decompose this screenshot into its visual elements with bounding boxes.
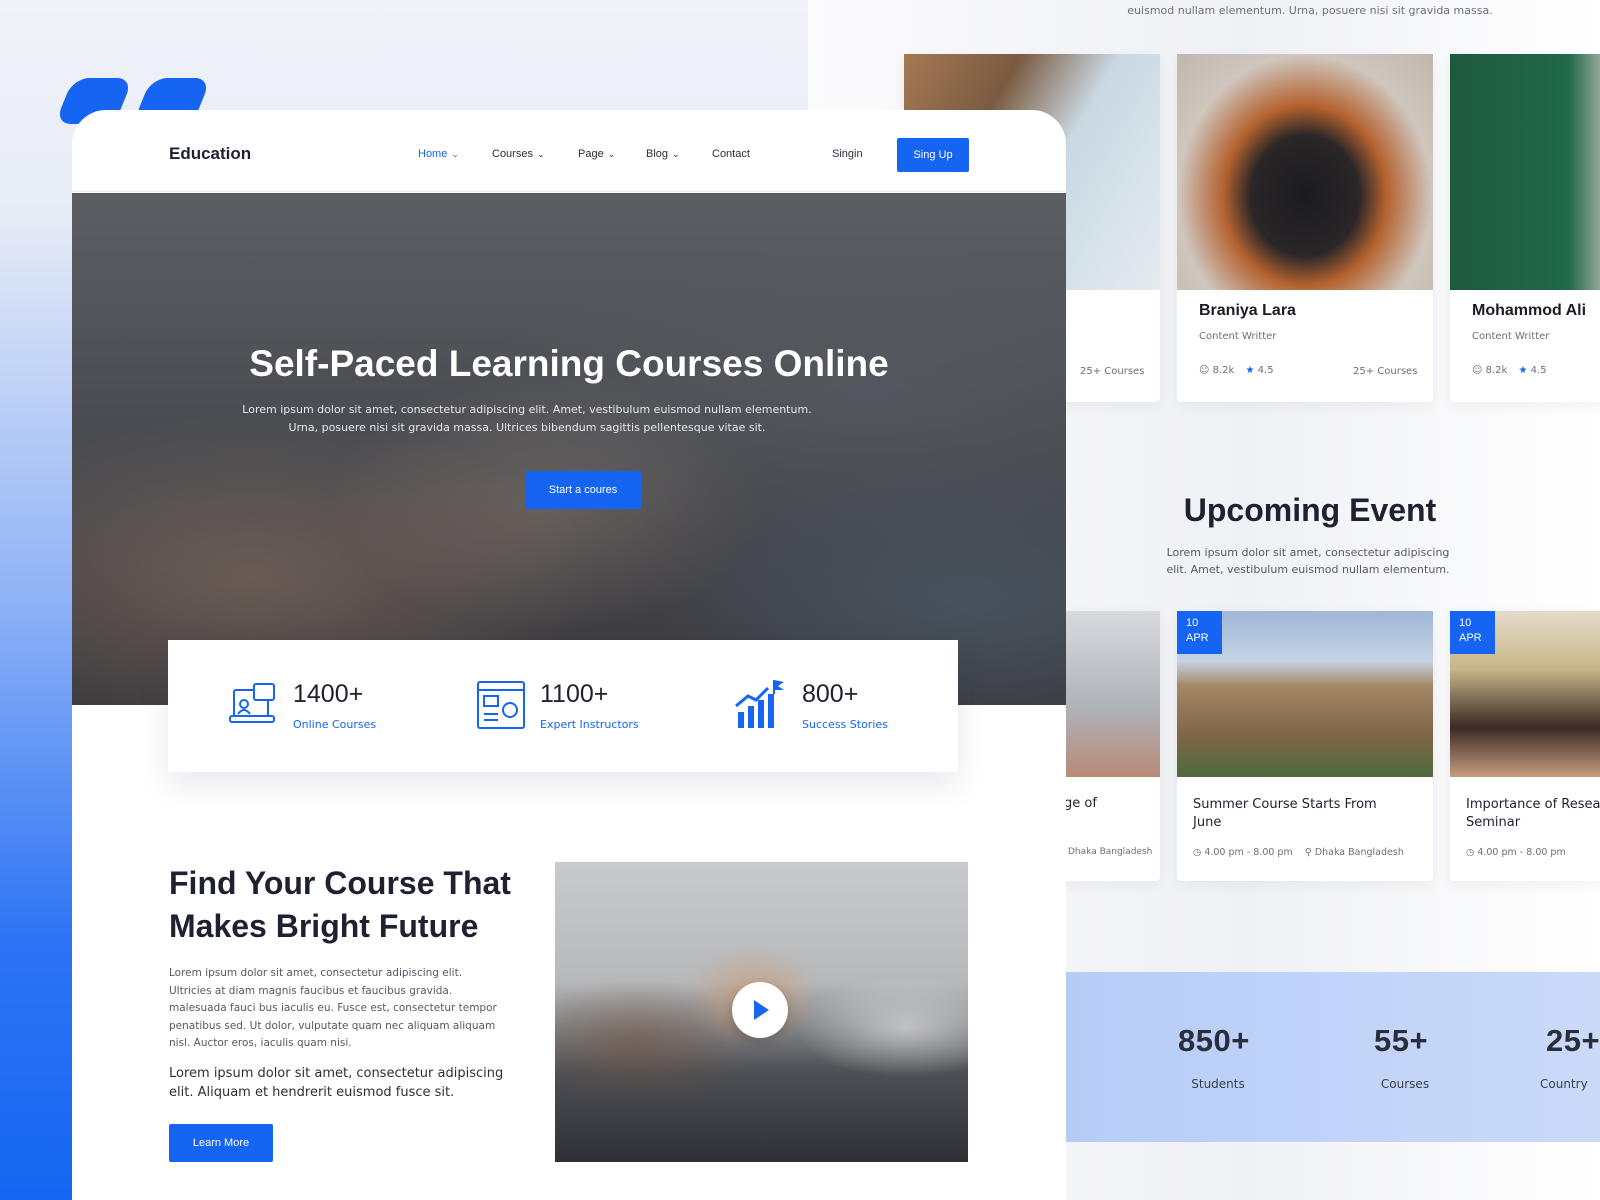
nav-item-page[interactable]: Page ⌄ — [578, 148, 615, 160]
event-month: APR — [1459, 632, 1482, 644]
chevron-down-icon: ⌄ — [536, 149, 545, 159]
chevron-down-icon: ⌄ — [451, 149, 459, 159]
start-course-button[interactable]: Start a coures — [525, 471, 641, 509]
event-place: Dhaka Bangladesh — [1314, 847, 1404, 858]
instructor-name: Mohammod Ali — [1472, 302, 1587, 319]
event-time: 4.00 pm - 8.00 pm — [1204, 847, 1293, 858]
instructor-name: Braniya Lara — [1199, 302, 1296, 319]
events-title: Upcoming Event — [1183, 492, 1437, 528]
nav-item-courses[interactable]: Courses ⌄ — [492, 148, 545, 160]
signup-button[interactable]: Sing Up — [897, 138, 969, 172]
hero-title: Self-Paced Learning Courses Online — [249, 343, 889, 384]
instructor-icon — [477, 681, 525, 729]
event-day: 10 — [1186, 617, 1199, 629]
instructor-photo — [1450, 54, 1600, 290]
user-icon: ☺ — [1199, 365, 1210, 376]
instructor-students: 8.2k — [1212, 365, 1235, 376]
instructor-courses: 25+ Courses — [1353, 366, 1418, 377]
chevron-down-icon: ⌄ — [672, 149, 680, 159]
event-title: ge of — [1064, 796, 1097, 811]
find-course-lead: Lorem ipsum dolor sit amet, consectetur … — [169, 1066, 504, 1100]
instructor-rating: 4.5 — [1530, 365, 1547, 376]
event-day: 10 — [1459, 617, 1472, 629]
stats-panel: 1400+ Online Courses 1100+ Expert Instru… — [168, 640, 958, 772]
event-month: APR — [1186, 632, 1209, 644]
location-icon: ⚲ — [1304, 847, 1312, 858]
growth-chart-icon — [735, 680, 784, 728]
total-label: Students — [1191, 1077, 1245, 1091]
total-value: 25+ — [1546, 1023, 1600, 1058]
nav-item-blog[interactable]: Blog ⌄ — [646, 148, 680, 160]
instructors-intro-text: euismod nullam elementum. Urna, posuere … — [1127, 4, 1493, 17]
nav-item-contact[interactable]: Contact — [712, 148, 750, 160]
clock-icon: ◷ — [1193, 847, 1202, 858]
clock-icon: ◷ — [1466, 847, 1475, 858]
find-course-title: Find Your Course That Makes Bright Futur… — [169, 865, 511, 944]
events-subtitle: Lorem ipsum dolor sit amet, consectetur … — [1166, 546, 1450, 576]
event-place: Dhaka Bangladesh — [1068, 847, 1153, 857]
total-value: 850+ — [1178, 1023, 1250, 1058]
instructor-role: Content Writter — [1472, 331, 1550, 342]
instructor-card[interactable]: Braniya Lara Content Writter ☺ 8.2k ★ 4.… — [1177, 54, 1433, 402]
event-date-badge: 10 APR — [1177, 611, 1222, 654]
hero-subtitle: Lorem ipsum dolor sit amet, consectetur … — [242, 403, 812, 434]
signin-link[interactable]: Singin — [832, 148, 863, 160]
instructor-card[interactable]: Mohammod Ali Content Writter ☺ 8.2k ★ 4.… — [1450, 54, 1600, 402]
event-title: Summer Course Starts From June — [1193, 797, 1377, 830]
stat-label: Expert Instructors — [540, 718, 639, 731]
course-video-thumbnail[interactable] — [555, 862, 968, 1162]
instructor-photo — [1177, 54, 1433, 290]
totals-band — [1066, 972, 1600, 1142]
chevron-down-icon: ⌄ — [607, 149, 616, 159]
event-card[interactable]: 10 APR Importance of Research Seminar ◷ 4… — [1450, 611, 1600, 881]
total-label: Courses — [1380, 1077, 1430, 1091]
play-icon[interactable] — [732, 982, 788, 1038]
event-time: 4.00 pm - 8.00 pm — [1477, 847, 1566, 858]
stat-label: Online Courses — [293, 718, 377, 731]
hero-section: Self-Paced Learning Courses Online Lorem… — [72, 193, 1066, 705]
stat-value: 1100+ — [540, 680, 609, 708]
total-value: 55+ — [1374, 1023, 1429, 1058]
instructor-students: 8.2k — [1485, 365, 1508, 376]
user-icon: ☺ — [1472, 365, 1483, 376]
event-date-badge: 10 APR — [1450, 611, 1495, 654]
stat-label: Success Stories — [802, 718, 888, 731]
main-page: Education Home ⌄ Courses ⌄ Page ⌄ Blog ⌄ Con… — [72, 110, 1066, 1200]
nav-label: Home — [418, 148, 448, 160]
nav-label: Page — [578, 148, 604, 160]
online-course-icon — [229, 683, 275, 723]
nav-label: Blog — [646, 148, 669, 160]
nav-item-home[interactable]: Home ⌄ — [418, 148, 459, 160]
total-label: Country — [1540, 1077, 1588, 1091]
star-icon: ★ — [1518, 365, 1528, 376]
nav-label: Courses — [492, 148, 533, 160]
stat-value: 800+ — [802, 680, 859, 708]
learn-more-button[interactable]: Learn More — [169, 1124, 273, 1162]
top-navbar: Education Home ⌄ Courses ⌄ Page ⌄ Blog ⌄ Con… — [72, 110, 1066, 192]
logo[interactable]: Education — [169, 144, 251, 164]
stat-value: 1400+ — [293, 680, 364, 708]
find-course-paragraph: Lorem ipsum dolor sit amet, consectetur … — [169, 967, 497, 1049]
event-card[interactable]: 10 APR Summer Course Starts From June ◷ 4… — [1177, 611, 1433, 881]
instructor-rating: 4.5 — [1257, 365, 1274, 376]
instructor-courses: 25+ Courses — [1080, 366, 1145, 377]
hero-photo — [72, 193, 1066, 705]
star-icon: ★ — [1245, 365, 1255, 376]
event-title: Importance of Research Seminar — [1466, 797, 1600, 830]
instructor-role: Content Writter — [1199, 331, 1277, 342]
